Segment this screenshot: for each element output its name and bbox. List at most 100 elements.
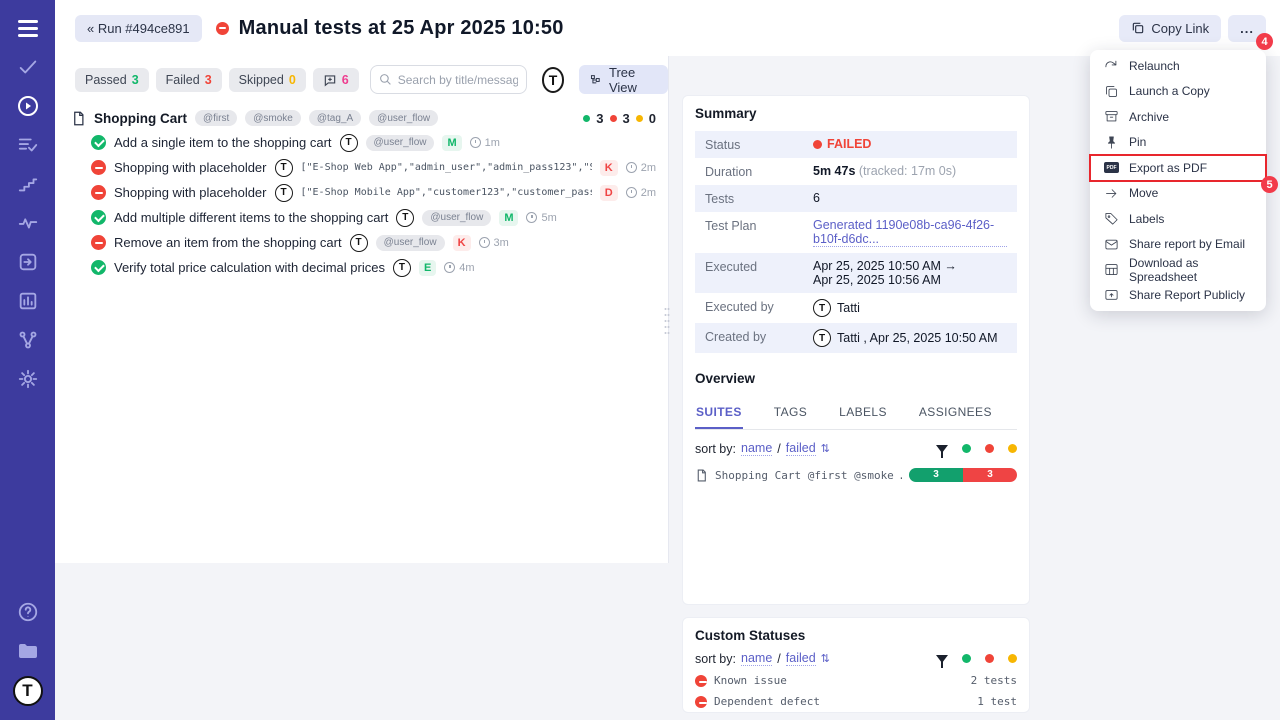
filter-skipped[interactable]: Skipped0	[229, 68, 306, 92]
more-actions-menu: Relaunch Launch a Copy Archive Pin PDF E…	[1090, 50, 1266, 311]
import-box-icon[interactable]	[14, 248, 42, 276]
gear-icon[interactable]	[14, 365, 42, 393]
skipped-dot-icon[interactable]	[1008, 654, 1017, 663]
overview-suite-row[interactable]: Shopping Cart @first @smoke … 3 3	[695, 468, 1017, 482]
menu-item-labels[interactable]: Labels	[1090, 206, 1266, 232]
sort-by-name-link[interactable]: name	[741, 651, 772, 666]
search-input[interactable]	[398, 73, 518, 87]
runs-play-icon[interactable]	[14, 92, 42, 120]
relaunch-icon	[1104, 58, 1119, 73]
suite-tag[interactable]: @tag_A	[309, 110, 361, 126]
filter-comments-count: 6	[342, 73, 349, 87]
assignee-badge: K	[453, 235, 471, 251]
test-row[interactable]: Add multiple different items to the shop…	[55, 205, 668, 230]
suite-tag[interactable]: @smoke	[245, 110, 301, 126]
test-row[interactable]: Verify total price calculation with deci…	[55, 255, 668, 280]
test-tag[interactable]: @user_flow	[366, 135, 435, 151]
tab-tags[interactable]: TAGS	[773, 398, 808, 429]
menu-item-relaunch[interactable]: Relaunch	[1090, 53, 1266, 79]
branch-icon[interactable]	[14, 326, 42, 354]
summary-row-test-plan: Test Plan Generated 1190e08b-ca96-4f26-b…	[695, 212, 1017, 253]
suite-row[interactable]: Shopping Cart @first @smoke @tag_A @user…	[55, 104, 668, 130]
menu-item-move[interactable]: Move	[1090, 181, 1266, 207]
assignee-avatar[interactable]: T	[542, 67, 565, 93]
list-check-icon[interactable]	[14, 131, 42, 159]
menu-item-archive[interactable]: Archive	[1090, 104, 1266, 130]
summary-row-status: Status FAILED	[695, 131, 1017, 158]
test-tag[interactable]: @user_flow	[376, 235, 445, 251]
menu-item-pin[interactable]: Pin	[1090, 130, 1266, 156]
passed-dot-icon	[583, 115, 590, 122]
activity-pulse-icon[interactable]	[14, 209, 42, 237]
test-plan-link[interactable]: Generated 1190e08b-ca96-4f26-b10f-d6dc..…	[813, 218, 1007, 247]
sort-by-failed-link[interactable]: failed	[786, 441, 816, 456]
projects-folder-icon[interactable]	[14, 637, 42, 665]
summary-table: Status FAILED Duration 5m 47s (tracked: …	[695, 131, 1017, 353]
passed-dot-icon[interactable]	[962, 654, 971, 663]
custom-status-count: 2 tests	[971, 674, 1017, 687]
test-tag[interactable]: @user_flow	[422, 210, 491, 226]
tab-suites[interactable]: SUITES	[695, 398, 743, 429]
search-icon	[379, 73, 392, 86]
skipped-dot-icon[interactable]	[1008, 444, 1017, 453]
sort-separator: /	[777, 442, 780, 456]
test-title: Shopping with placeholder	[114, 160, 267, 175]
owner-avatar-icon: T	[340, 134, 358, 152]
owner-avatar-icon: T	[393, 259, 411, 277]
sort-direction-icon[interactable]: ⇅	[821, 652, 830, 665]
hamburger-menu-icon[interactable]	[14, 14, 42, 42]
test-row[interactable]: Add a single item to the shopping cart T…	[55, 130, 668, 155]
test-row[interactable]: Remove an item from the shopping cart T …	[55, 230, 668, 255]
user-avatar[interactable]: T	[13, 676, 43, 706]
suite-tag[interactable]: @user_flow	[369, 110, 438, 126]
sort-by-name-link[interactable]: name	[741, 441, 772, 456]
passed-dot-icon[interactable]	[962, 444, 971, 453]
test-row[interactable]: Shopping with placeholder T ["E-Shop Web…	[55, 155, 668, 180]
page-title: Manual tests at 25 Apr 2025 10:50	[239, 17, 564, 40]
run-failed-status-icon	[216, 22, 229, 35]
menu-item-export-as-pdf[interactable]: PDF Export as PDF	[1090, 155, 1266, 181]
steps-icon[interactable]	[14, 170, 42, 198]
test-row[interactable]: Shopping with placeholder T ["E-Shop Mob…	[55, 180, 668, 205]
sort-direction-icon[interactable]: ⇅	[821, 442, 830, 455]
bar-passed-segment: 3	[909, 468, 963, 482]
menu-item-share-report-by-email[interactable]: Share report by Email	[1090, 232, 1266, 258]
filter-passed[interactable]: Passed3	[75, 68, 149, 92]
test-data-code: ["E-Shop Web App","admin_user","admin_pa…	[301, 162, 592, 173]
assignee-badge: E	[419, 260, 436, 276]
menu-item-label: Archive	[1129, 110, 1169, 124]
duration-tracked: (tracked: 17m 0s)	[859, 164, 956, 178]
back-to-run-button[interactable]: « Run #494ce891	[75, 15, 202, 42]
clock-icon	[526, 212, 537, 223]
custom-status-row[interactable]: Known issue 2 tests	[695, 674, 1017, 687]
failed-dot-icon[interactable]	[985, 654, 994, 663]
sort-by-failed-link[interactable]: failed	[786, 651, 816, 666]
menu-item-label: Relaunch	[1129, 59, 1180, 73]
suite-tag[interactable]: @first	[195, 110, 237, 126]
tree-view-button[interactable]: Tree View	[579, 65, 668, 94]
help-icon[interactable]	[14, 598, 42, 626]
check-icon[interactable]	[14, 53, 42, 81]
filter-funnel-icon[interactable]	[936, 445, 948, 453]
bar-chart-icon[interactable]	[14, 287, 42, 315]
tab-labels[interactable]: LABELS	[838, 398, 888, 429]
summary-row-created-by: Created by TTatti , Apr 25, 2025 10:50 A…	[695, 323, 1017, 353]
tests-count-value: 6	[813, 191, 820, 205]
menu-item-share-report-publicly[interactable]: Share Report Publicly	[1090, 283, 1266, 309]
copy-link-button[interactable]: Copy Link	[1119, 15, 1221, 42]
panel-resize-handle[interactable]	[663, 306, 671, 341]
owner-avatar-icon: T	[396, 209, 414, 227]
spreadsheet-icon	[1104, 262, 1119, 277]
menu-item-launch-a-copy[interactable]: Launch a Copy	[1090, 79, 1266, 105]
menu-item-download-as-spreadsheet[interactable]: Download as Spreadsheet	[1090, 257, 1266, 283]
passed-status-icon	[91, 210, 106, 225]
filter-funnel-icon[interactable]	[936, 655, 948, 663]
custom-status-count: 1 test	[977, 695, 1017, 708]
failed-dot-icon[interactable]	[985, 444, 994, 453]
tab-assignees[interactable]: ASSIGNEES	[918, 398, 993, 429]
custom-status-row[interactable]: Dependent defect 1 test	[695, 695, 1017, 708]
filter-failed-count: 3	[205, 73, 212, 87]
clock-icon	[626, 187, 637, 198]
filter-failed[interactable]: Failed3	[156, 68, 222, 92]
filter-comments[interactable]: 6	[313, 68, 359, 92]
